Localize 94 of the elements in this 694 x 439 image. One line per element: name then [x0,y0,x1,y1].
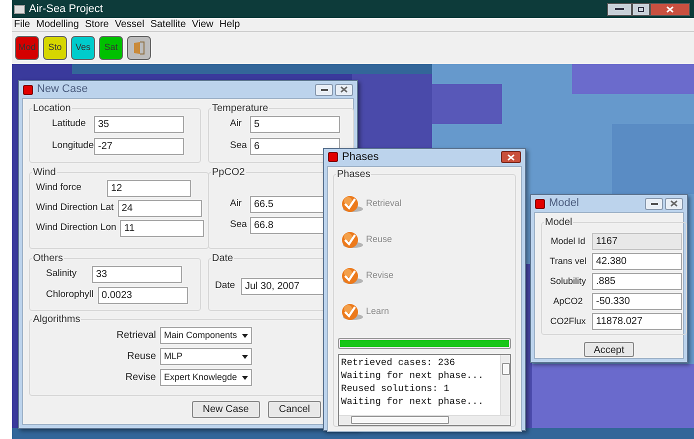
window-title: Air-Sea Project [29,2,103,17]
maximize-button[interactable] [632,2,650,16]
phase-label: Revise [366,268,394,282]
close-button[interactable] [501,151,521,164]
field-label: Trans vel [548,254,588,268]
text-field[interactable]: 12 [107,180,191,197]
field-label: Air [230,197,243,212]
caret-icon [239,332,251,338]
field-label: Wind Direction Lat [36,201,114,216]
close-icon [340,86,348,93]
minimize-button[interactable] [607,2,632,16]
field-label: Salinity [46,267,78,282]
window-title: Phases [342,150,379,165]
menu-item[interactable]: Vessel [114,17,144,32]
text-field[interactable]: 35 [94,116,184,133]
text-field[interactable]: .885 [592,273,682,290]
check-icon [340,230,364,250]
text-field[interactable]: 0.0023 [98,287,188,304]
close-icon [507,154,515,161]
field-label: Chlorophyll [46,288,94,302]
field-label: Air [230,117,243,132]
minimize-button[interactable] [315,84,333,96]
toolbar-button[interactable] [127,36,151,60]
field-label: Revise [124,371,156,385]
toolbar-button[interactable]: Ves [71,36,95,60]
window-title: Model [549,196,579,212]
menu-item[interactable]: Store [84,17,109,32]
text-field[interactable]: 11878.027 [592,313,682,330]
log-line: Retrieved cases: 236 [341,356,456,368]
app-icon [535,198,545,208]
dropdown[interactable]: Expert Knowlegde [160,369,252,386]
text-field[interactable]: -50.330 [592,293,682,310]
close-icon [666,6,674,12]
menu-item[interactable]: Help [219,17,240,32]
phase-label: Retrieval [366,196,402,210]
field-label: Model Id [550,234,586,248]
field-label: Wind Direction Lon [36,221,116,236]
menu-item[interactable]: Modelling [36,17,79,32]
log-line: Reused solutions: 1 [341,382,450,394]
caret-icon [239,354,251,360]
accept-button[interactable]: Accept [584,342,634,357]
menu-item[interactable]: File [14,17,30,32]
group-title: Model [544,216,574,230]
menu-item[interactable]: View [192,17,214,32]
check-icon [340,194,364,214]
text-field[interactable]: 24 [118,200,202,217]
text-field[interactable]: 5 [250,116,340,133]
text-field[interactable]: -27 [94,138,184,155]
text-field[interactable]: 6 [250,138,340,155]
dialog-button[interactable]: New Case [192,401,260,418]
field-label: Sea [230,218,246,232]
dropdown[interactable]: MLP [160,348,252,365]
group-title: Temperature [211,102,270,116]
caret-icon [239,374,251,380]
field-label: Date [215,279,236,294]
toolbar-button[interactable]: Sto [43,36,67,60]
group-title: Location [32,102,72,116]
field-label: Wind force [36,181,82,196]
dialog-button[interactable]: Cancel [268,401,321,418]
horizontal-scrollbar[interactable] [339,414,510,424]
close-button[interactable] [650,2,690,16]
group-title: Others [32,252,64,266]
field-label: Latitude [52,117,87,132]
field-label: Sea [230,139,246,154]
field-label: Retrieval [116,329,156,343]
text-field[interactable]: 42.380 [592,253,682,270]
app-icon [23,84,33,94]
app-icon [328,152,338,162]
door-icon [133,41,145,55]
dropdown[interactable]: Main Components [160,327,252,344]
group-title: PpCO2 [211,166,246,180]
field-label: Reuse [126,350,156,364]
close-icon [670,200,678,207]
group-title: Phases [336,168,372,182]
field-label: CO2Flux [549,314,587,328]
window-title: New Case [37,82,88,98]
text-field[interactable]: 11 [120,220,204,237]
log-line: Waiting for next phase... [341,368,485,382]
group-title: Wind [32,166,57,180]
toolbar-button[interactable]: Sat [99,36,123,60]
group-title: Date [211,252,234,266]
phase-label: Reuse [366,232,392,246]
field-label: ApCO2 [552,294,584,308]
field-label: Solubility [548,274,588,288]
check-icon [340,266,364,286]
app-icon [14,4,25,14]
menu-item[interactable]: Satellite [150,17,186,32]
log-line: Waiting for next phase... [341,394,485,408]
text-field[interactable]: 33 [92,266,182,283]
check-icon [340,302,364,322]
vertical-scrollbar[interactable] [500,354,510,414]
group-title: Algorithms [32,313,82,327]
minimize-button[interactable] [645,198,663,210]
phase-label: Learn [366,304,390,318]
